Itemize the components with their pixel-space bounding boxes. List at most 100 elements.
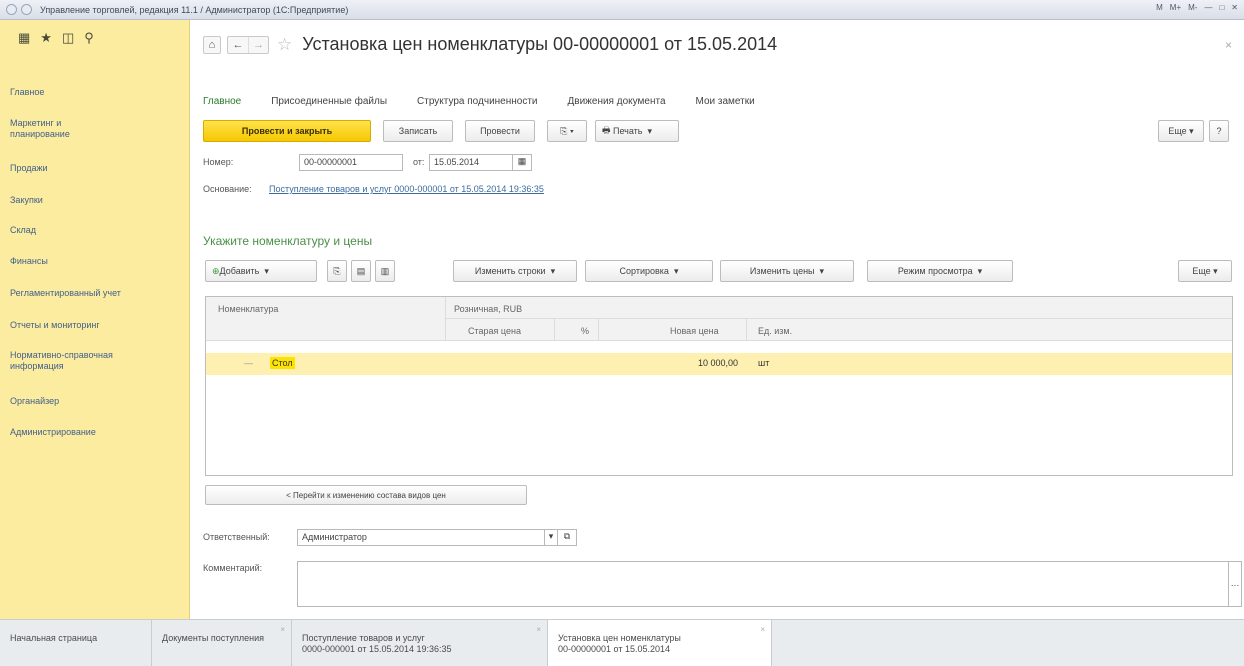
number-label: Номер:	[203, 157, 234, 167]
chevron-down-icon: ▾	[1210, 265, 1218, 276]
change-prices-button[interactable]: Изменить цены ▾	[720, 260, 854, 282]
tab-attached-files[interactable]: Присоединенные файлы	[271, 96, 387, 107]
comment-expand-icon[interactable]: …	[1228, 561, 1242, 607]
responsible-dropdown-icon[interactable]: ▾	[544, 529, 558, 546]
home-button[interactable]: ⌂	[203, 35, 221, 54]
basis-label: Основание:	[203, 184, 252, 194]
page-title: Установка цен номенклатуры 00-00000001 о…	[302, 34, 778, 54]
sidebar-item-marketing[interactable]: Маркетинг и планирование	[0, 118, 110, 140]
chevron-down-icon: ▾	[814, 265, 825, 276]
sidebar-item-organizer[interactable]: Органайзер	[0, 396, 69, 407]
row-unit[interactable]: шт	[758, 358, 769, 368]
close-tab-icon[interactable]: ×	[536, 624, 541, 635]
sort-label: Сортировка	[619, 266, 669, 276]
add-row-button[interactable]: ⊕ Добавить ▾	[205, 260, 317, 282]
prices-table[interactable]: Номенклатура Розничная, RUB Старая цена …	[205, 296, 1233, 476]
comment-field[interactable]	[297, 561, 1229, 607]
sidebar-item-regulated[interactable]: Регламентированный учет	[0, 288, 131, 299]
close-tab-icon[interactable]: ×	[280, 624, 285, 635]
close-tab-icon[interactable]: ×	[760, 624, 765, 635]
row-new-price[interactable]: 10 000,00	[674, 358, 738, 368]
open-link-icon[interactable]: ⧉	[557, 529, 577, 546]
more-actions-button[interactable]: Еще ▾	[1158, 120, 1204, 142]
tab-price-setting[interactable]: Установка цен номенклатуры 00-00000001 о…	[548, 620, 772, 666]
col-header-percent: %	[581, 326, 590, 336]
change-rows-button[interactable]: Изменить строки ▾	[453, 260, 577, 282]
memory-mplus-button[interactable]: M+	[1168, 3, 1183, 12]
sidebar-item-sales[interactable]: Продажи	[0, 163, 58, 174]
tab-document-movements[interactable]: Движения документа	[568, 96, 666, 107]
back-nav-icon[interactable]	[21, 4, 32, 15]
help-button[interactable]: ?	[1209, 120, 1229, 142]
col-header-item: Номенклатура	[218, 304, 279, 314]
tab-main[interactable]: Главное	[203, 96, 241, 107]
number-field[interactable]: 00-00000001	[299, 154, 403, 171]
sidebar-item-finance[interactable]: Финансы	[0, 256, 58, 267]
form-tabs: Главное Присоединенные файлы Структура п…	[203, 96, 755, 107]
view-mode-button[interactable]: Режим просмотра ▾	[867, 260, 1013, 282]
forward-arrow-icon[interactable]: →	[248, 36, 268, 53]
tab-receipts-list[interactable]: Документы поступления ×	[152, 620, 292, 666]
col-header-unit: Ед. изм.	[758, 326, 793, 336]
search-icon[interactable]: ⚲	[84, 30, 94, 50]
sidebar-item-warehouse[interactable]: Склад	[0, 225, 46, 236]
window-title: Управление торговлей, редакция 11.1 / Ад…	[40, 4, 349, 15]
sidebar-item-references[interactable]: Нормативно-справочная информация	[0, 350, 170, 372]
copy-row-icon[interactable]: ⎘	[327, 260, 347, 282]
memory-mminus-button[interactable]: M-	[1186, 3, 1199, 12]
maximize-icon[interactable]: □	[1217, 3, 1226, 12]
tab-my-notes[interactable]: Мои заметки	[696, 96, 755, 107]
favorite-star-icon[interactable]: ☆	[277, 35, 292, 55]
command-bar: Провести и закрыть Записать Провести ⎘ ▾…	[203, 120, 1233, 144]
col-divider	[554, 319, 555, 341]
calendar-icon[interactable]: ▦	[512, 154, 532, 171]
post-button[interactable]: Провести	[465, 120, 535, 142]
history-icon[interactable]: ◫	[62, 30, 74, 50]
minimize-icon[interactable]: —	[1202, 3, 1214, 12]
sidebar-item-reports[interactable]: Отчеты и мониторинг	[0, 320, 110, 331]
print-label: Печать	[613, 126, 643, 136]
chevron-down-icon: ▾	[642, 125, 653, 136]
sidebar-item-admin[interactable]: Администрирование	[0, 427, 106, 438]
tab-goods-receipt[interactable]: Поступление товаров и услуг 0000-000001 …	[292, 620, 548, 666]
comment-label: Комментарий:	[203, 563, 263, 573]
tab-line1: Документы поступления	[162, 633, 264, 643]
printer-icon: 🖶	[602, 125, 613, 135]
row-item-cell[interactable]: Стол	[270, 357, 295, 369]
date-field[interactable]: 15.05.2014	[429, 154, 513, 171]
sidebar-item-purchases[interactable]: Закупки	[0, 195, 53, 206]
paste-row-icon[interactable]: ▤	[351, 260, 371, 282]
goto-price-types-button[interactable]: < Перейти к изменению состава видов цен	[205, 485, 527, 505]
responsible-field[interactable]: Администратор	[297, 529, 545, 546]
more-label: Еще	[1168, 126, 1187, 136]
save-button[interactable]: Записать	[383, 120, 453, 142]
history-nav: ← →	[227, 35, 269, 54]
col-header-old-price: Старая цена	[468, 326, 521, 336]
sidebar-toolbar: ▦ ★ ◫ ⚲	[0, 20, 189, 50]
basis-document-link[interactable]: Поступление товаров и услуг 0000-000001 …	[269, 184, 544, 194]
post-and-close-button[interactable]: Провести и закрыть	[203, 120, 371, 142]
tab-home-page[interactable]: Начальная страница	[0, 620, 152, 666]
col-group-retail-rub: Розничная, RUB	[454, 304, 523, 314]
prices-section-title: Укажите номенклатуру и цены	[203, 234, 373, 248]
form-header: ⌂ ← → ☆ Установка цен номенклатуры 00-00…	[203, 34, 777, 55]
app-logo-icon[interactable]	[6, 4, 17, 15]
print-button[interactable]: 🖶 Печать ▾	[595, 120, 679, 142]
table-more-button[interactable]: Еще ▾	[1178, 260, 1232, 282]
sidebar-item-main[interactable]: Главное	[0, 87, 54, 98]
create-based-on-button[interactable]: ⎘ ▾	[547, 120, 587, 142]
star-icon[interactable]: ★	[40, 30, 52, 50]
sort-button[interactable]: Сортировка ▾	[585, 260, 713, 282]
row-item-value: Стол	[270, 357, 295, 369]
fill-table-icon[interactable]: ▥	[375, 260, 395, 282]
grid-icon[interactable]: ▦	[18, 30, 30, 50]
back-arrow-icon[interactable]: ←	[228, 37, 248, 53]
table-row[interactable]: — Стол 10 000,00 шт	[206, 353, 1232, 375]
tab-hierarchy[interactable]: Структура подчиненности	[417, 96, 537, 107]
memory-m-button[interactable]: M	[1154, 3, 1165, 12]
close-window-icon[interactable]: ✕	[1229, 3, 1240, 12]
add-label: Добавить	[219, 266, 260, 276]
chevron-down-icon: ▾	[668, 265, 679, 276]
close-form-icon[interactable]: ×	[1225, 38, 1232, 52]
change-rows-label: Изменить строки	[474, 266, 546, 276]
